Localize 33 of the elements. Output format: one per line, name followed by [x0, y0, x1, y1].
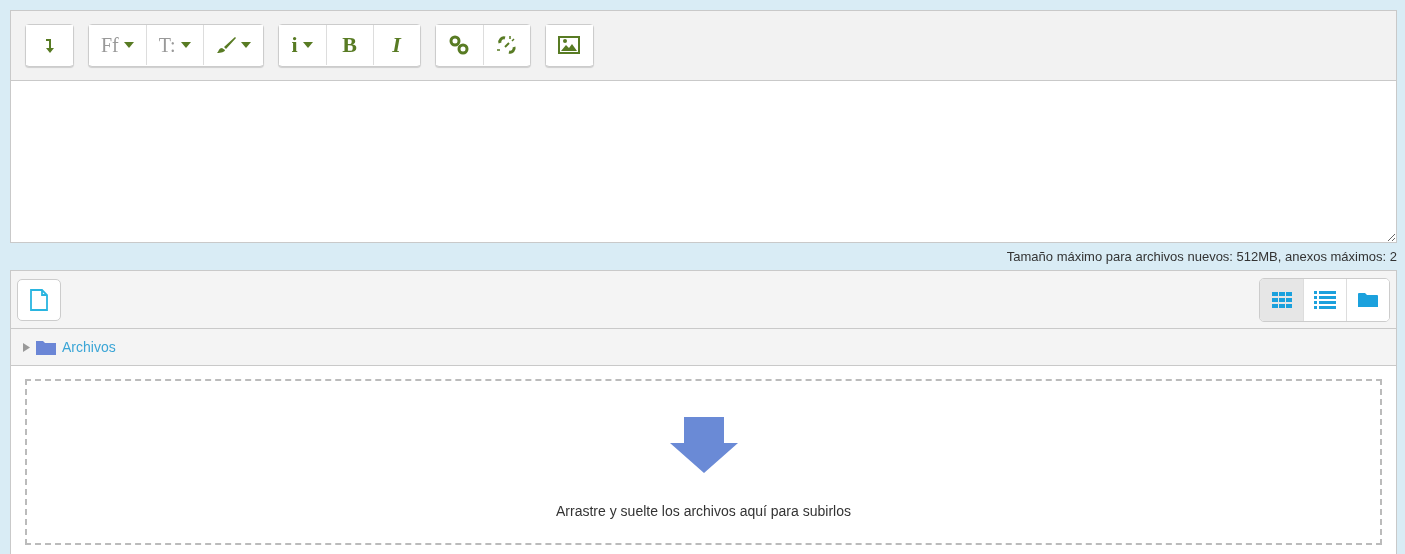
bold-button[interactable]: B [325, 25, 373, 65]
info-dropdown[interactable]: i [278, 25, 326, 65]
format-dropdown[interactable]: T: [145, 25, 203, 65]
insert-button[interactable] [26, 25, 73, 65]
add-file-button[interactable] [17, 278, 61, 321]
image-button[interactable] [545, 25, 593, 65]
tree-view-button[interactable] [1346, 278, 1389, 321]
image-icon [558, 36, 581, 54]
unlink-button[interactable] [482, 25, 530, 65]
link-icon [448, 34, 471, 56]
folder-icon [1358, 291, 1378, 308]
drop-zone[interactable]: Arrastre y suelte los archivos aquí para subirlos [25, 379, 1382, 545]
folder-link[interactable]: Archivos [62, 339, 116, 355]
link-button[interactable] [435, 25, 483, 65]
grid-icon [1271, 291, 1292, 308]
color-dropdown[interactable] [202, 25, 263, 65]
format-dropdown[interactable]: Ff [89, 25, 146, 65]
caret-icon [240, 42, 251, 48]
caret-icon [180, 42, 191, 48]
arrow-down-icon [44, 37, 55, 53]
drop-hint: Arrastre y suelte los archivos aquí para subirlos [556, 503, 851, 519]
limits-note: Tamaño máximo para archivos nuevos: 512MB, anexos máximos: 2 [1005, 248, 1397, 266]
brush-icon [215, 36, 236, 54]
list-icon [1314, 290, 1336, 309]
unlink-icon [495, 34, 518, 56]
arrow-down-icon [669, 417, 738, 473]
grid-view-button[interactable] [1260, 278, 1303, 321]
italic-button[interactable]: I [372, 25, 420, 65]
file-icon [30, 288, 48, 311]
caret-icon [302, 42, 313, 48]
folder-icon [36, 339, 56, 355]
caret-icon [123, 42, 134, 48]
expand-triangle-icon[interactable] [23, 342, 30, 352]
